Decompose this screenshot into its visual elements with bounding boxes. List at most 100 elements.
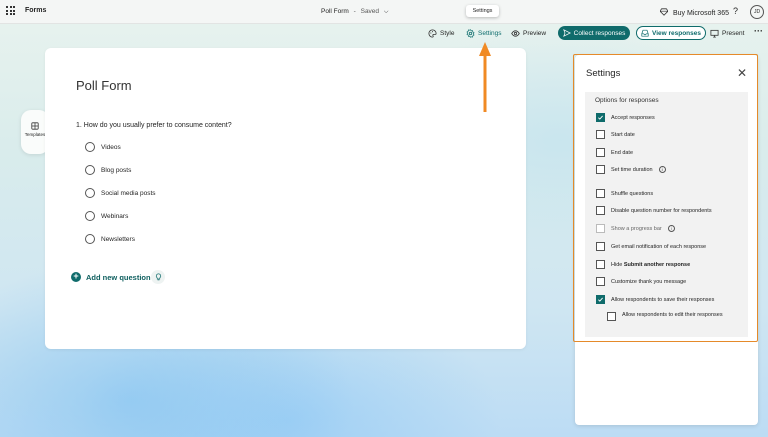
option-label: End date: [611, 149, 634, 156]
checkbox[interactable]: [596, 242, 605, 251]
option-accept-responses[interactable]: Accept responses: [596, 113, 655, 122]
suggestions-button[interactable]: [151, 270, 165, 284]
radio-button[interactable]: [85, 234, 95, 244]
app-launcher-icon[interactable]: [6, 6, 15, 15]
inbox-icon: [641, 29, 649, 37]
option-email-notification[interactable]: Get email notification of each response: [596, 242, 706, 251]
present-icon: [710, 29, 719, 38]
app-name[interactable]: Forms: [25, 7, 46, 14]
checkbox-checked[interactable]: [596, 295, 605, 304]
option-customize-thank-you[interactable]: Customize thank you message: [596, 277, 686, 286]
option-hide-submit-another[interactable]: Hide Submit another response: [596, 260, 690, 269]
option-label: Start date: [611, 131, 635, 138]
save-status: Saved: [360, 8, 380, 15]
checkbox[interactable]: [596, 148, 605, 157]
radio-button[interactable]: [85, 211, 95, 221]
preview-button[interactable]: Preview: [511, 29, 546, 38]
templates-label: Templates: [24, 132, 46, 137]
checkmark-icon: [598, 115, 603, 120]
radio-button[interactable]: [85, 165, 95, 175]
buy-microsoft-365-link[interactable]: Buy Microsoft 365: [660, 8, 729, 17]
close-icon[interactable]: ✕: [737, 66, 747, 80]
radio-button[interactable]: [85, 142, 95, 152]
checkbox[interactable]: [596, 206, 605, 215]
gear-icon: [466, 29, 475, 38]
option-label-prefix: Hide: [611, 261, 624, 268]
option-label: Videos: [101, 143, 121, 151]
checkbox[interactable]: [596, 189, 605, 198]
style-label: Style: [440, 30, 455, 37]
option-newsletters[interactable]: Newsletters: [85, 234, 135, 244]
option-allow-edit-responses[interactable]: Allow respondents to edit their response…: [607, 312, 732, 321]
option-shuffle-questions[interactable]: Shuffle questions: [596, 189, 653, 198]
option-videos[interactable]: Videos: [85, 142, 121, 152]
annotation-arrow-icon: [479, 42, 491, 112]
info-icon[interactable]: i: [658, 166, 666, 173]
info-icon[interactable]: i: [667, 225, 675, 232]
form-title: Poll Form: [321, 8, 349, 15]
question-text[interactable]: 1. How do you usually prefer to consume …: [76, 122, 232, 129]
checkbox[interactable]: [607, 312, 616, 321]
eye-icon: [511, 30, 520, 37]
buy-label: Buy Microsoft 365: [672, 10, 729, 17]
option-label: Social media posts: [101, 189, 156, 197]
top-bar: Forms Poll Form - Saved ⌵ Buy Microsoft …: [0, 0, 768, 24]
option-webinars[interactable]: Webinars: [85, 211, 128, 221]
add-new-question-button[interactable]: + Add new question: [71, 272, 151, 282]
title-separator: -: [353, 8, 356, 15]
checkbox-checked[interactable]: [596, 113, 605, 122]
option-label: Set time duration: [611, 166, 653, 173]
option-allow-save-responses[interactable]: Allow respondents to save their response…: [596, 295, 714, 304]
view-responses-button[interactable]: View responses: [636, 26, 706, 40]
option-disable-question-number[interactable]: Disable question number for respondents: [596, 206, 712, 215]
present-button[interactable]: Present: [710, 29, 744, 38]
diamond-icon: [660, 8, 668, 16]
option-label-bold: Submit another response: [623, 261, 691, 268]
form-title-heading[interactable]: Poll Form: [76, 78, 132, 93]
style-button[interactable]: Style: [428, 29, 454, 38]
option-label: Show a progress bar: [611, 225, 662, 232]
collect-responses-label: Collect responses: [573, 29, 626, 37]
settings-label: Settings: [478, 30, 502, 37]
option-end-date[interactable]: End date: [596, 148, 633, 157]
settings-tooltip: Settings: [466, 5, 499, 17]
checkbox[interactable]: [596, 165, 605, 174]
templates-icon: [31, 122, 39, 130]
option-set-time-duration[interactable]: Set time duration i: [596, 165, 666, 174]
option-show-progress-bar[interactable]: Show a progress bar i: [596, 224, 675, 233]
option-social-media-posts[interactable]: Social media posts: [85, 188, 156, 198]
help-button[interactable]: ?: [733, 6, 738, 16]
chevron-down-icon: ⌵: [383, 9, 389, 15]
lightbulb-icon: [155, 273, 161, 281]
option-label: Shuffle questions: [611, 190, 654, 197]
option-label: Newsletters: [101, 235, 135, 243]
checkbox[interactable]: [596, 130, 605, 139]
option-label: Webinars: [101, 212, 129, 220]
option-label: Customize thank you message: [611, 278, 687, 285]
add-question-label: Add new question: [86, 272, 151, 282]
option-label: Accept responses: [611, 114, 655, 121]
option-label: Blog posts: [101, 166, 132, 174]
option-label: Get email notification of each response: [611, 243, 707, 250]
option-start-date[interactable]: Start date: [596, 130, 635, 139]
form-title-dropdown[interactable]: Poll Form - Saved ⌵: [321, 8, 388, 16]
checkbox[interactable]: [596, 224, 605, 233]
avatar[interactable]: JD: [750, 5, 764, 19]
option-blog-posts[interactable]: Blog posts: [85, 165, 131, 175]
view-responses-label: View responses: [651, 29, 702, 37]
checkbox[interactable]: [596, 277, 605, 286]
present-label: Present: [722, 30, 745, 37]
option-label: Allow respondents to edit their response…: [622, 312, 723, 318]
option-label: Disable question number for respondents: [611, 207, 712, 214]
options-for-responses-section: Options for responses Accept responses S…: [585, 92, 748, 337]
checkbox[interactable]: [596, 260, 605, 269]
toolbar: Style Settings Preview Collect responses…: [0, 26, 768, 42]
settings-button[interactable]: Settings: [466, 29, 502, 38]
form-card: Poll Form 1. How do you usually prefer t…: [45, 48, 526, 349]
checkmark-icon: [598, 297, 603, 302]
collect-responses-button[interactable]: Collect responses: [558, 26, 630, 40]
settings-panel: Settings ✕ Options for responses Accept …: [575, 55, 758, 425]
radio-button[interactable]: [85, 188, 95, 198]
more-options-button[interactable]: ···: [754, 26, 763, 36]
section-title: Options for responses: [595, 97, 659, 104]
